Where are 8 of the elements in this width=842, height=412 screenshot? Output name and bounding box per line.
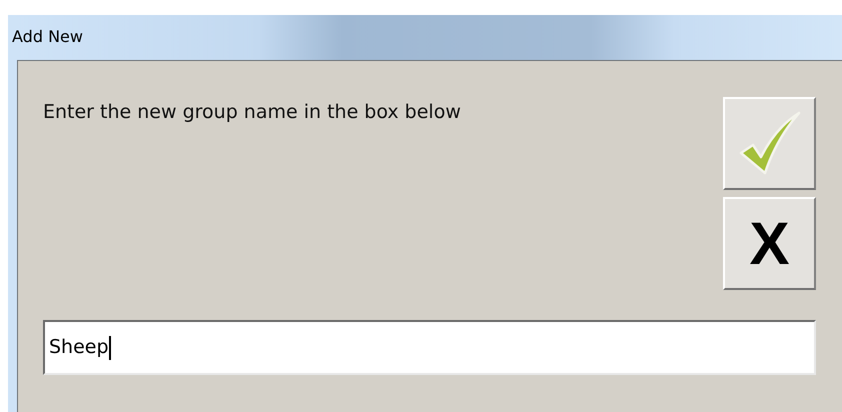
confirm-button[interactable]: [723, 97, 816, 190]
name-input-field[interactable]: Sheep: [43, 320, 816, 375]
input-value: Sheep: [49, 335, 109, 360]
prompt-text: Enter the new group name in the box below: [43, 100, 462, 125]
window-title: Add New: [11, 26, 84, 48]
cancel-button[interactable]: X: [723, 197, 816, 290]
checkmark-icon: [736, 110, 802, 176]
text-cursor: [108, 336, 111, 360]
